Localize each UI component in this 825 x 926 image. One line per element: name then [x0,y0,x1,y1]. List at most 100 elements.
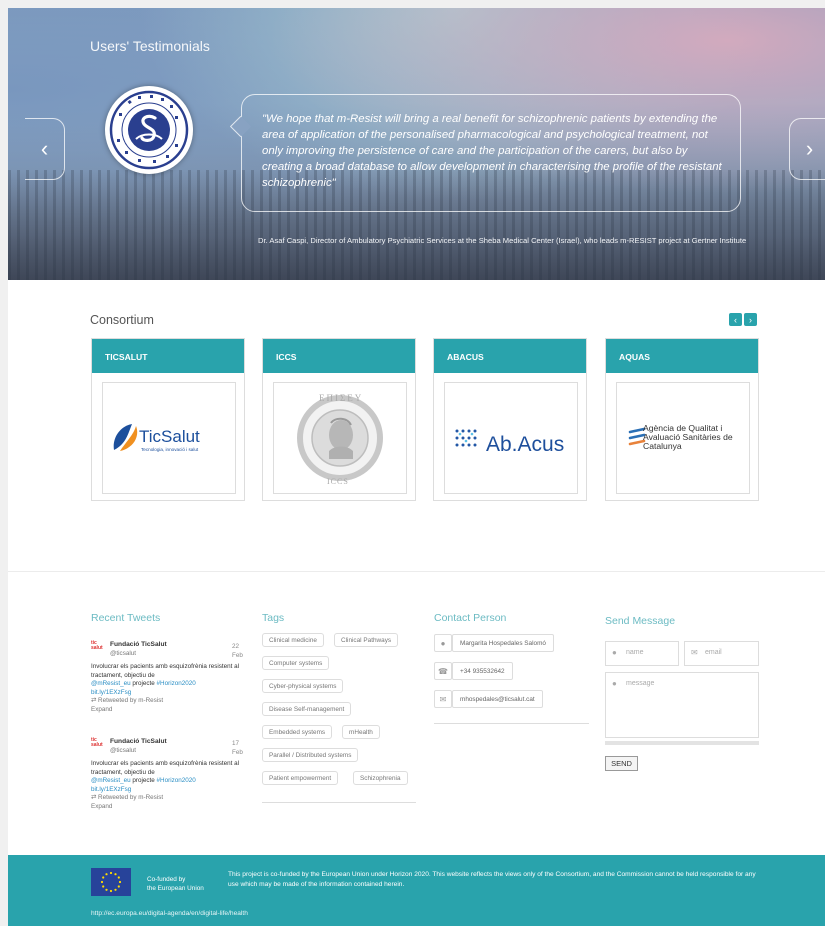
chevron-right-icon: › [749,314,752,325]
contact-name: Margarita Hospedales Salomó [452,634,554,652]
testimonial-next-button[interactable]: › [789,118,825,180]
tweet-text: Involucrar els pacients amb esquizofrèni… [91,663,240,679]
contact-title: Contact Person [434,612,507,624]
card-title: ICCS [263,339,415,373]
abacus-wordmark: Ab.Acus [486,433,565,456]
tag-disease-self-management[interactable]: Disease Self-management [262,702,352,716]
iccs-wordmark: ICCS [327,477,349,486]
retweet-icon: ⇄ [91,794,97,801]
tag-clinical-pathways[interactable]: Clinical Pathways [334,633,399,647]
consortium-card-iccs[interactable]: ICCS ΕΠΙΣΕΥ ICCS [262,338,416,501]
mail-icon: ✉ [434,690,452,708]
tag-cyber-physical-systems[interactable]: Cyber-physical systems [262,679,344,693]
tweet-retweet-label: Retweeted by m-Resist [98,697,164,704]
tag-patient-empowerment[interactable]: Patient empowerment [262,771,339,785]
card-title: AQUAS [606,339,758,373]
tweet-body: Involucrar els pacients amb esquizofrèni… [91,760,256,811]
testimonial-prev-button[interactable]: ‹ [25,118,65,180]
tweet-url-link[interactable]: bit.ly/1EXzFsg [91,689,131,696]
ticsalut-avatar[interactable]: tic salut [91,738,105,750]
name-placeholder: name [626,649,644,656]
section-divider [8,571,825,572]
tweet-mention-link[interactable]: @mResist_eu [91,680,131,687]
tweet-author-name[interactable]: Fundació TicSalut [110,641,167,650]
tweet-hashtag-link[interactable]: #Horizon2020 [157,777,196,784]
tag-clinical-medicine[interactable]: Clinical medicine [262,633,324,647]
testimonial-author: Dr. Asaf Caspi, Director of Ambulatory P… [258,236,747,245]
user-icon: ● [434,634,452,652]
message-textarea[interactable]: ● message [605,672,759,738]
mail-icon: ✉ [691,648,698,657]
sheba-seal-icon [109,90,189,170]
testimonial-quote-box: "We hope that m-Resist will bring a real… [241,94,741,212]
iccs-medallion-icon [297,395,383,481]
tweet-retweet-label: Retweeted by m-Resist [98,794,164,801]
tweets-title: Recent Tweets [91,612,161,624]
eu-stars-icon [100,871,122,893]
cofunded-label: Co-funded by the European Union [147,875,204,893]
message-placeholder: message [626,680,655,687]
retweet-icon: ⇄ [91,697,97,704]
card-title: TICSALUT [92,339,244,373]
user-icon: ● [612,648,617,657]
iccs-greek-text: ΕΠΙΣΕΥ [319,393,364,403]
speech-bubble-icon: ● [612,679,617,688]
ticsalut-avatar[interactable]: tic salut [91,641,105,653]
tweet-author-name[interactable]: Fundació TicSalut [110,738,167,747]
tweet-item: tic salut Fundació TicSalut @ticsalut 22… [91,641,251,719]
cofunded-line1: Co-funded by [147,876,186,883]
chevron-right-icon: › [805,136,814,161]
contact-email[interactable]: mhospedales@ticsalut.cat [452,690,543,708]
tweet-hashtag-link[interactable]: #Horizon2020 [157,680,196,687]
tweet-date[interactable]: 17 Feb [232,740,251,757]
tweet-text: Involucrar els pacients amb esquizofrèni… [91,760,240,776]
eu-footer: Co-funded by the European Union This pro… [8,855,825,926]
tweet-author-handle[interactable]: @ticsalut [110,650,136,659]
tweet-expand-link[interactable]: Expand [91,803,112,810]
consortium-prev-button[interactable]: ‹ [729,313,742,326]
chevron-left-icon: ‹ [40,136,49,161]
tweet-author-handle[interactable]: @ticsalut [110,747,136,756]
ticsalut-tagline: Tecnologia, innovació i salut [141,447,199,452]
testimonials-title: Users' Testimonials [90,38,210,54]
consortium-card-abacus[interactable]: ABACUS Ab.Acus [433,338,587,501]
tweet-body: Involucrar els pacients amb esquizofrèni… [91,663,256,714]
consortium-next-button[interactable]: › [744,313,757,326]
send-message-title: Send Message [605,615,676,627]
sheba-medical-center-logo [105,86,193,174]
phone-icon: ☎ [434,662,452,680]
tag-parallel-distributed-systems[interactable]: Parallel / Distributed systems [262,748,359,762]
tweet-text: projecte [132,680,155,687]
tweet-text: projecte [132,777,155,784]
ticsalut-wordmark: TicSalut [139,427,200,446]
eu-disclaimer: This project is co-funded by the Europea… [228,871,756,888]
tweet-item: tic salut Fundació TicSalut @ticsalut 17… [91,738,251,816]
tweet-expand-link[interactable]: Expand [91,706,112,713]
eu-health-link[interactable]: http://ec.europa.eu/digital-agenda/en/di… [91,910,248,917]
tag-mhealth[interactable]: mHealth [342,725,380,739]
tag-computer-systems[interactable]: Computer systems [262,656,330,670]
textarea-resize-bar[interactable] [605,741,759,745]
name-input[interactable]: ● name [605,641,679,666]
consortium-card-ticsalut[interactable]: TICSALUT TicSalut Tecnologia, innovació … [91,338,245,501]
tweet-mention-link[interactable]: @mResist_eu [91,777,131,784]
email-input[interactable]: ✉ email [684,641,759,666]
tag-schizophrenia[interactable]: Schizophrenia [353,771,408,785]
tags-rule [262,802,416,803]
cofunded-line2: the European Union [147,885,204,892]
send-button[interactable]: SEND [605,756,638,771]
email-placeholder: email [705,649,722,656]
tag-embedded-systems[interactable]: Embedded systems [262,725,333,739]
contact-rule [434,723,589,724]
page: Users' Testimonials "We hope that m-Resi… [8,8,825,926]
consortium-card-aquas[interactable]: AQUAS Agència de Qualitat i Avaluació Sa… [605,338,759,501]
contact-phone[interactable]: +34 935532642 [452,662,513,680]
testimonials-section: Users' Testimonials "We hope that m-Resi… [8,8,825,280]
aquas-wordmark: Agència de Qualitat i Avaluació Sanitàri… [643,423,733,451]
card-title: ABACUS [434,339,586,373]
tweet-url-link[interactable]: bit.ly/1EXzFsg [91,786,131,793]
chevron-left-icon: ‹ [734,314,737,325]
eu-flag-icon [91,868,131,896]
tweet-date[interactable]: 22 Feb [232,643,251,660]
consortium-title: Consortium [90,313,154,327]
